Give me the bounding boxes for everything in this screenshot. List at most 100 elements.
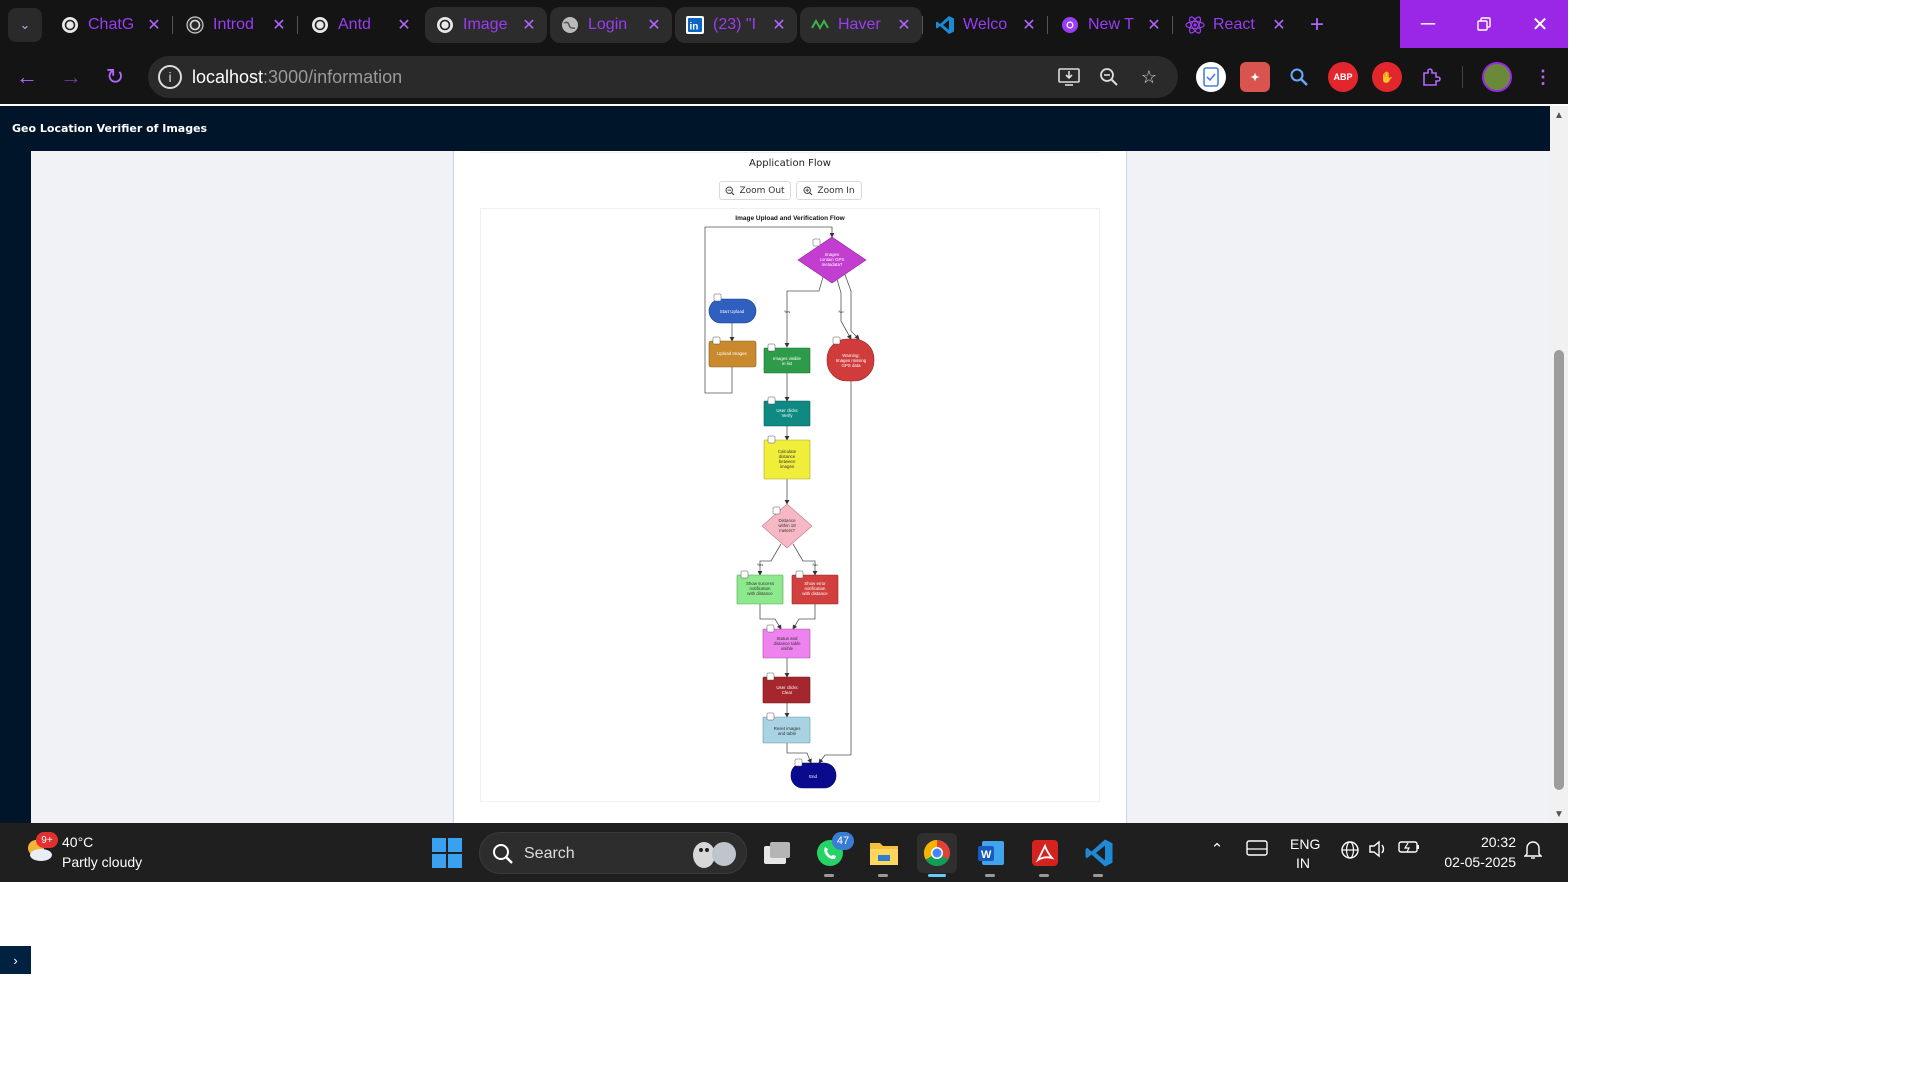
address-bar[interactable]: i localhost:3000/information ☆ bbox=[148, 56, 1178, 98]
node-gps-decision[interactable]: Images contain GPS metadata? bbox=[797, 236, 867, 284]
extensions-puzzle-icon[interactable] bbox=[1416, 62, 1446, 92]
scroll-down-arrow-icon[interactable]: ▼ bbox=[1553, 809, 1565, 820]
close-icon[interactable]: ✕ bbox=[1146, 17, 1162, 34]
acrobat-icon[interactable] bbox=[1025, 833, 1065, 877]
node-label: Upload Images bbox=[717, 351, 747, 356]
extension-puzzle-red-icon[interactable]: ✦ bbox=[1240, 62, 1270, 92]
minimize-icon[interactable]: ─ bbox=[1400, 0, 1456, 48]
node-upload-images[interactable]: Upload Images bbox=[708, 336, 757, 368]
volume-icon[interactable] bbox=[1366, 840, 1390, 858]
tab-chatgpt[interactable]: ChatG ✕ bbox=[50, 7, 172, 43]
tab-vscode-welcome[interactable]: Welco ✕ bbox=[925, 7, 1047, 43]
close-icon[interactable]: ✕ bbox=[396, 17, 412, 34]
file-explorer-icon[interactable] bbox=[864, 833, 904, 877]
close-icon[interactable]: ✕ bbox=[771, 17, 787, 34]
close-icon[interactable]: ✕ bbox=[521, 17, 537, 34]
node-warning[interactable]: Warning: Images missing GPS data bbox=[826, 336, 875, 382]
node-distance-decision[interactable]: Distance within 18 meters? bbox=[761, 503, 813, 549]
node-label: images bbox=[780, 464, 795, 469]
clock-date[interactable]: 02-05-2025 bbox=[1432, 854, 1516, 870]
tab-antd[interactable]: Antd ✕ bbox=[300, 7, 422, 43]
node-label: metadata? bbox=[822, 262, 843, 267]
adblock-plus-icon[interactable]: ABP bbox=[1328, 62, 1358, 92]
edge-label-yes: Yes bbox=[784, 309, 791, 314]
browser-tab-bar: ⌄ ChatG ✕ Introd ✕ Antd ✕ Image ✕ Login … bbox=[0, 0, 1568, 50]
new-tab-plus-icon[interactable]: + bbox=[1302, 10, 1332, 40]
node-success-notification[interactable]: Show success notification with distance bbox=[736, 570, 784, 605]
windows-start-icon[interactable] bbox=[430, 836, 464, 870]
kebab-menu-icon[interactable]: ⋮ bbox=[1528, 62, 1558, 92]
close-icon[interactable]: ✕ bbox=[271, 17, 287, 34]
tab-react[interactable]: React ✕ bbox=[1175, 7, 1297, 43]
zoom-out-button[interactable]: Zoom Out bbox=[719, 181, 791, 200]
node-user-clicks-verify[interactable]: User clicks Verify bbox=[763, 396, 811, 427]
battery-icon[interactable] bbox=[1396, 840, 1422, 854]
close-icon[interactable]: ✕ bbox=[646, 17, 662, 34]
forward-arrow-icon[interactable]: → bbox=[54, 60, 88, 94]
extension-magnifier-icon[interactable] bbox=[1284, 62, 1314, 92]
url-text[interactable]: localhost:3000/information bbox=[192, 67, 402, 88]
restore-icon[interactable] bbox=[1456, 0, 1512, 48]
close-window-icon[interactable]: ✕ bbox=[1512, 0, 1568, 48]
app-running-indicator bbox=[1093, 874, 1103, 877]
show-hidden-icons-chevron-icon[interactable]: ⌃ bbox=[1206, 840, 1228, 858]
page-scrollbar[interactable]: ▲ ▼ bbox=[1550, 106, 1568, 823]
node-calculate-distance[interactable]: Calculate distance between images bbox=[763, 435, 811, 480]
task-view-icon[interactable] bbox=[757, 833, 797, 873]
tab-label: React bbox=[1213, 16, 1255, 33]
network-globe-icon[interactable] bbox=[1338, 840, 1362, 860]
scroll-up-arrow-icon[interactable]: ▲ bbox=[1553, 110, 1565, 121]
touch-keyboard-icon[interactable] bbox=[1244, 840, 1270, 856]
close-icon[interactable]: ✕ bbox=[146, 17, 162, 34]
language-region[interactable]: IN bbox=[1296, 855, 1310, 871]
node-status-table-visible[interactable]: Status and distance table visible bbox=[762, 624, 811, 659]
zoom-in-button[interactable]: Zoom In bbox=[796, 181, 862, 200]
tab-introd[interactable]: Introd ✕ bbox=[175, 7, 297, 43]
openai-icon bbox=[435, 15, 455, 35]
bookmark-star-icon[interactable]: ☆ bbox=[1136, 64, 1162, 90]
tab-search-chevron-icon[interactable]: ⌄ bbox=[8, 8, 42, 42]
tab-new-tab[interactable]: New T ✕ bbox=[1050, 7, 1172, 43]
tab-haver[interactable]: Haver ✕ bbox=[800, 7, 922, 43]
profile-avatar[interactable] bbox=[1482, 62, 1512, 92]
url-host: localhost bbox=[192, 67, 264, 87]
search-icon bbox=[493, 844, 513, 864]
node-error-notification[interactable]: Show error notification with distance bbox=[791, 570, 839, 605]
node-user-clicks-clear[interactable]: User clicks Clear bbox=[762, 672, 811, 704]
taskbar-search-box[interactable]: Search bbox=[479, 832, 747, 874]
site-info-icon[interactable]: i bbox=[158, 65, 182, 89]
tab-linkedin[interactable]: in (23) "I ✕ bbox=[675, 7, 797, 43]
extension-doc-icon[interactable] bbox=[1196, 62, 1226, 92]
extension-hand-icon[interactable]: ✋ bbox=[1372, 62, 1402, 92]
node-end[interactable]: End bbox=[790, 758, 837, 789]
weather-temperature[interactable]: 40°C bbox=[62, 834, 93, 850]
weather-condition[interactable]: Partly cloudy bbox=[62, 854, 142, 870]
haver-icon bbox=[810, 15, 830, 35]
vscode-taskbar-icon[interactable] bbox=[1079, 833, 1119, 877]
zoom-icon[interactable] bbox=[1096, 64, 1122, 90]
language-indicator[interactable]: ENG bbox=[1290, 836, 1320, 852]
sidebar-expand-chevron-icon[interactable]: › bbox=[0, 946, 31, 974]
section-title: Application Flow bbox=[749, 158, 831, 169]
globe-icon bbox=[560, 15, 580, 35]
reload-icon[interactable]: ↻ bbox=[98, 60, 132, 94]
close-icon[interactable]: ✕ bbox=[1021, 17, 1037, 34]
notification-bell-icon[interactable] bbox=[1522, 840, 1544, 860]
node-images-visible[interactable]: Images visible in list bbox=[763, 343, 811, 374]
back-arrow-icon[interactable]: ← bbox=[10, 60, 44, 94]
chrome-taskbar-icon[interactable] bbox=[917, 833, 957, 877]
node-reset-images[interactable]: Reset images and table bbox=[762, 712, 811, 744]
tab-label: New T bbox=[1088, 16, 1134, 33]
scrollbar-thumb[interactable] bbox=[1554, 350, 1564, 790]
close-icon[interactable]: ✕ bbox=[1271, 17, 1287, 34]
word-icon[interactable]: W bbox=[971, 833, 1011, 877]
chrome-icon bbox=[1060, 15, 1080, 35]
tab-image-active[interactable]: Image ✕ bbox=[425, 7, 547, 43]
tab-login[interactable]: Login ✕ bbox=[550, 7, 672, 43]
node-label: and table bbox=[778, 731, 797, 736]
openai-icon bbox=[60, 15, 80, 35]
install-app-icon[interactable] bbox=[1056, 64, 1082, 90]
close-icon[interactable]: ✕ bbox=[896, 17, 912, 34]
clock-time[interactable]: 20:32 bbox=[1440, 834, 1516, 850]
node-start-upload[interactable]: Start Upload bbox=[708, 293, 757, 324]
